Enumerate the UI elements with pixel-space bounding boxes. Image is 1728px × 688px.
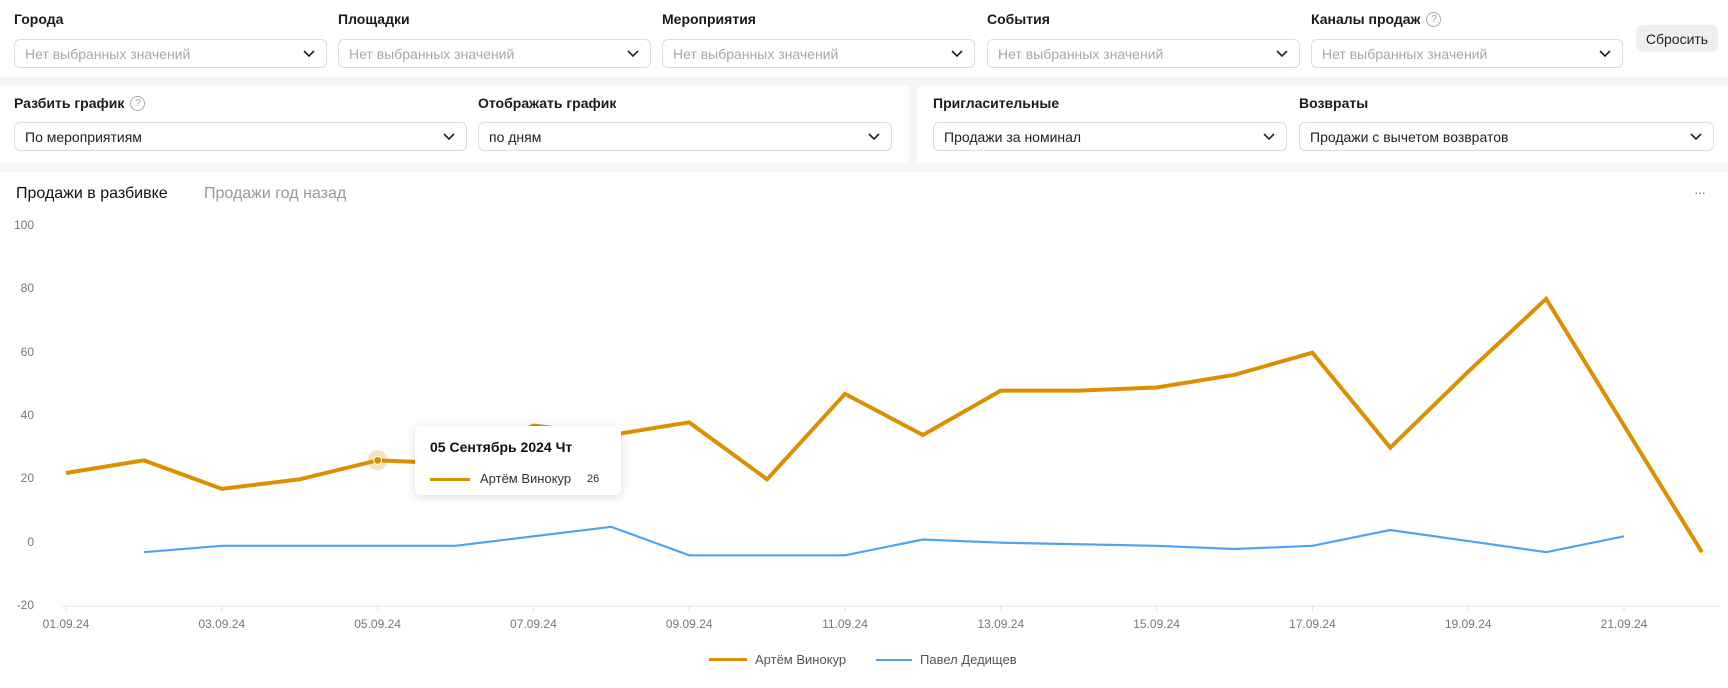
y-tick-label: 20: [20, 471, 34, 486]
tooltip-series-name: Артём Винокур: [480, 471, 572, 486]
x-tick-label: 01.09.24: [42, 617, 90, 631]
y-tick-label: 40: [20, 408, 34, 422]
y-tick-label: 100: [13, 218, 34, 232]
x-tick-label: 15.09.24: [1133, 617, 1180, 631]
x-tick-label: 13.09.24: [977, 617, 1025, 631]
hover-point[interactable]: [373, 455, 383, 465]
x-tick-label: 17.09.24: [1289, 617, 1336, 631]
legend-swatch-orange: [709, 658, 747, 661]
y-tick-label: -20: [16, 598, 34, 612]
legend-label: Павел Дедищев: [920, 652, 1017, 667]
x-tick-label: 05.09.24: [354, 617, 401, 631]
legend-item-pavel[interactable]: Павел Дедищев: [876, 652, 1017, 667]
x-tick-label: 19.09.24: [1444, 617, 1492, 631]
y-tick-label: 0: [27, 534, 34, 549]
x-tick-label: 03.09.24: [198, 617, 246, 631]
chart-tooltip: 05 Сентябрь 2024 Чт Артём Винокур 26: [415, 426, 621, 495]
x-tick-label: 11.09.24: [822, 617, 868, 631]
x-tick-label: 07.09.24: [510, 617, 557, 631]
legend-item-artem[interactable]: Артём Винокур: [709, 652, 846, 667]
series-line-artem: [65, 295, 1704, 554]
series-line-pavel: [143, 525, 1625, 557]
tooltip-title: 05 Сентябрь 2024 Чт: [430, 439, 573, 455]
legend-swatch-blue: [876, 658, 912, 661]
tooltip-value: 26: [587, 473, 600, 485]
y-tick-label: 60: [20, 344, 34, 359]
y-tick-label: 80: [20, 281, 34, 296]
x-tick-label: 21.09.24: [1600, 617, 1648, 631]
legend-label: Артём Винокур: [755, 652, 847, 667]
x-tick-label: 09.09.24: [665, 617, 713, 631]
sales-line-chart: [62, 295, 1721, 611]
tooltip-series-swatch: [430, 478, 470, 481]
